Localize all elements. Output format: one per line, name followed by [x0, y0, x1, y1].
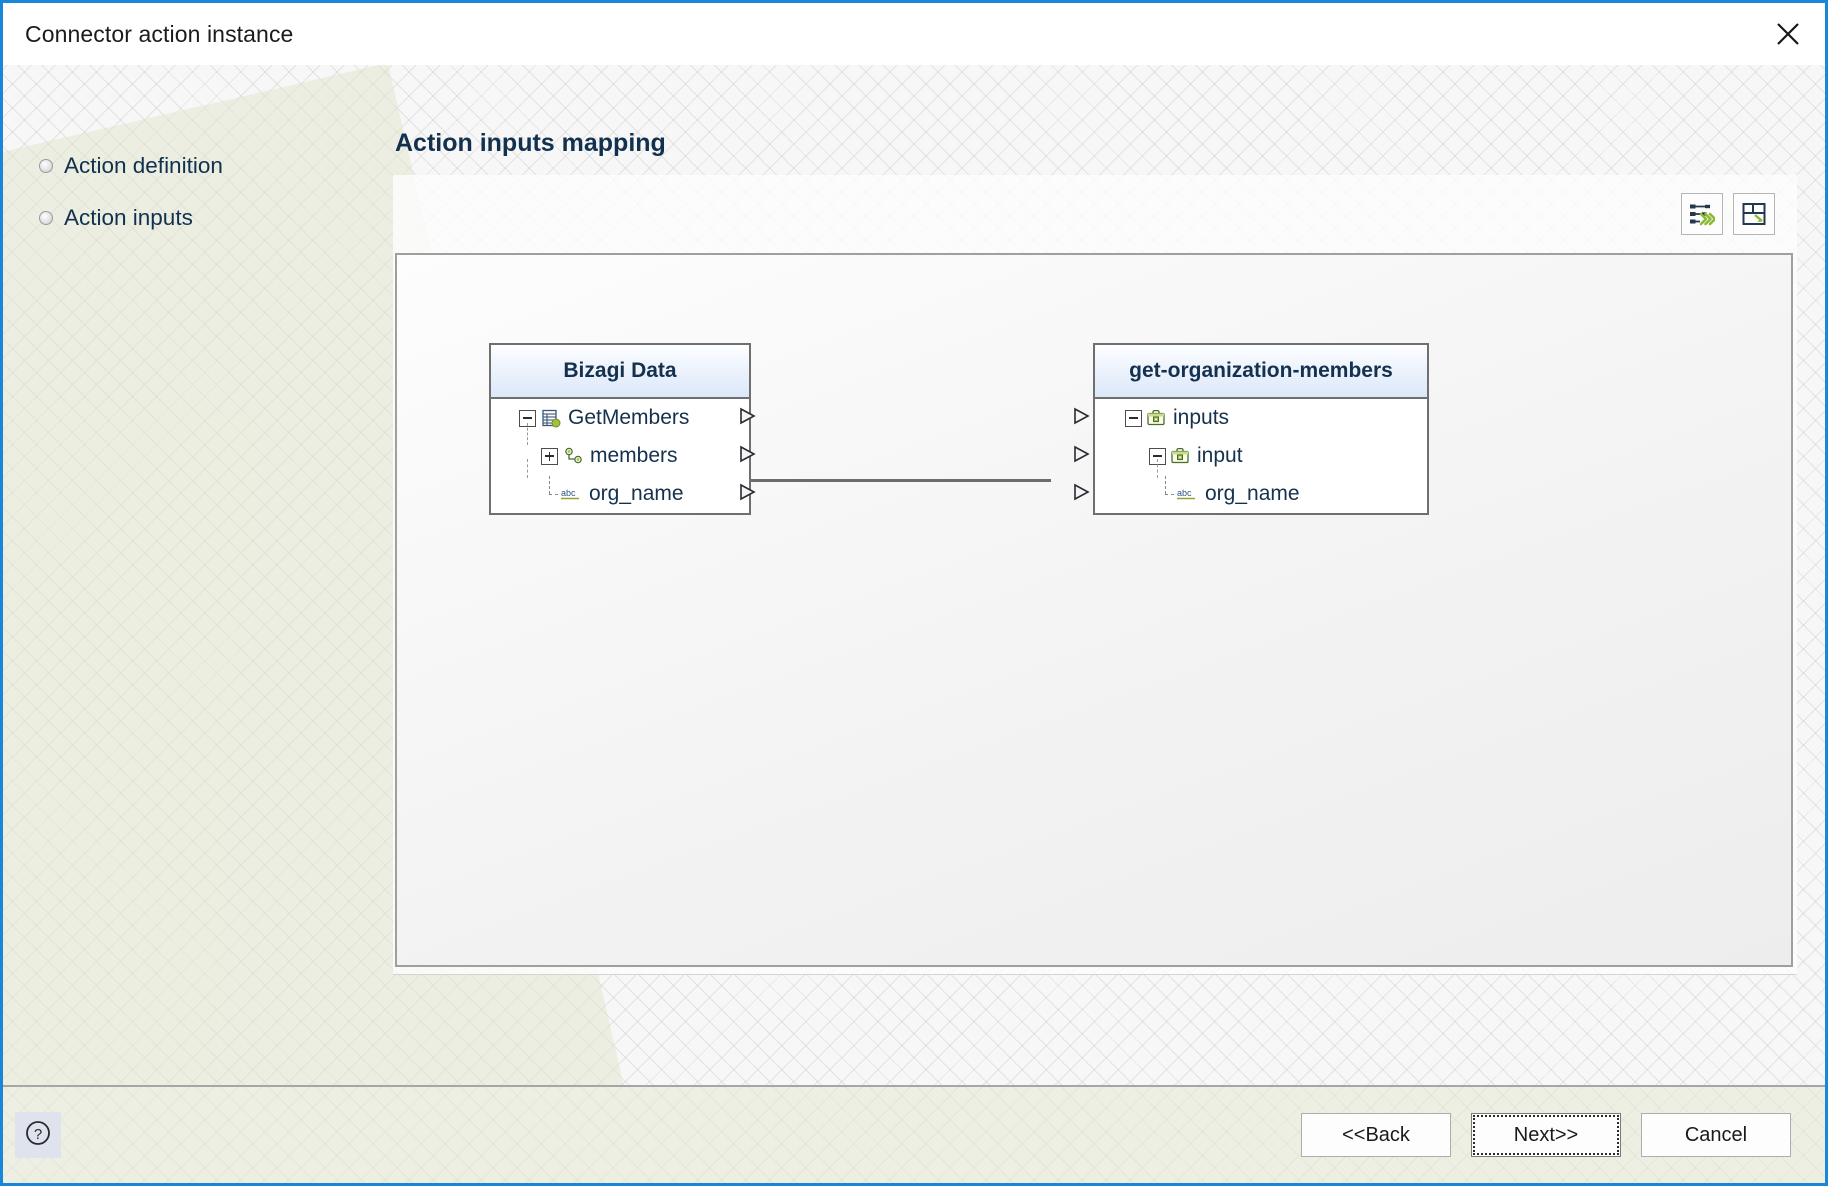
- bullet-icon: [39, 211, 53, 225]
- source-port-org-name[interactable]: [739, 483, 759, 501]
- fit-layout-button[interactable]: [1733, 193, 1775, 235]
- sidebar-item-action-definition[interactable]: Action definition: [39, 153, 389, 179]
- tree-guide-line: [527, 423, 528, 445]
- table-row[interactable]: abc org_name: [1095, 475, 1427, 513]
- table-row[interactable]: abc org_name: [491, 475, 749, 513]
- source-port-getmembers[interactable]: [739, 407, 759, 425]
- auto-map-button[interactable]: [1681, 193, 1723, 235]
- connector-action-instance-dialog: Connector action instance Action definit…: [0, 0, 1828, 1186]
- main-content: Action inputs mapping: [389, 65, 1825, 1085]
- wizard-steps-sidebar: Action definition Action inputs: [3, 65, 389, 257]
- table-row[interactable]: input: [1095, 437, 1427, 475]
- next-button[interactable]: Next>>: [1471, 1113, 1621, 1157]
- target-port-org-name[interactable]: [1073, 483, 1093, 501]
- table-row[interactable]: inputs: [1095, 399, 1427, 437]
- row-label: input: [1197, 444, 1243, 468]
- row-label: GetMembers: [568, 406, 689, 430]
- collection-icon: [563, 446, 583, 466]
- dialog-footer: ? <<Back Next>> Cancel: [3, 1085, 1825, 1183]
- sidebar-item-label: Action definition: [64, 153, 223, 179]
- fit-layout-icon: [1741, 202, 1767, 226]
- tree-leaf-connector: [541, 486, 558, 503]
- tree-leaf-connector: [1157, 486, 1174, 503]
- help-icon: ?: [23, 1118, 53, 1153]
- cancel-button[interactable]: Cancel: [1641, 1113, 1791, 1157]
- briefcase-icon: [1170, 447, 1190, 466]
- background-watermark-shape-b: [3, 378, 254, 1085]
- window-title: Connector action instance: [25, 21, 293, 48]
- abc-string-icon: abc: [1176, 485, 1198, 503]
- source-node-bizagi-data[interactable]: Bizagi Data: [489, 343, 751, 515]
- table-row[interactable]: members: [491, 437, 749, 475]
- target-port-inputs[interactable]: [1073, 407, 1093, 425]
- target-node-rows: inputs: [1095, 399, 1427, 513]
- tree-guide-line: [1157, 459, 1158, 478]
- close-icon: [1775, 21, 1801, 47]
- back-button[interactable]: <<Back: [1301, 1113, 1451, 1157]
- svg-text:abc: abc: [1177, 488, 1192, 498]
- dialog-body: Action definition Action inputs Action i…: [3, 65, 1825, 1085]
- title-bar: Connector action instance: [3, 3, 1825, 65]
- close-button[interactable]: [1751, 3, 1825, 65]
- target-node-get-organization-members[interactable]: get-organization-members: [1093, 343, 1429, 515]
- source-node-title: Bizagi Data: [491, 345, 749, 399]
- row-label: org_name: [1205, 482, 1300, 506]
- target-port-input[interactable]: [1073, 445, 1093, 463]
- table-row[interactable]: GetMembers: [491, 399, 749, 437]
- page-title: Action inputs mapping: [395, 129, 1825, 158]
- svg-text:?: ?: [34, 1126, 42, 1143]
- collapse-expander-icon[interactable]: [1125, 410, 1142, 427]
- target-node-title: get-organization-members: [1095, 345, 1427, 399]
- row-label: members: [590, 444, 678, 468]
- briefcase-icon: [1146, 409, 1166, 428]
- svg-text:abc: abc: [561, 488, 576, 498]
- entity-table-icon: [541, 408, 561, 428]
- source-node-rows: GetMembers: [491, 399, 749, 513]
- expand-expander-icon[interactable]: [541, 448, 558, 465]
- help-button[interactable]: ?: [15, 1112, 61, 1158]
- row-label: org_name: [589, 482, 684, 506]
- auto-map-icon: [1689, 202, 1715, 226]
- abc-string-icon: abc: [560, 485, 582, 503]
- sidebar-item-label: Action inputs: [64, 205, 193, 231]
- source-port-members[interactable]: [739, 445, 759, 463]
- wizard-buttons: <<Back Next>> Cancel: [1281, 1113, 1791, 1157]
- sidebar-item-action-inputs[interactable]: Action inputs: [39, 205, 389, 231]
- mapper-toolbar: [393, 175, 1797, 253]
- row-label: inputs: [1173, 406, 1229, 430]
- tree-guide-line: [527, 459, 528, 478]
- mapper-panel: Bizagi Data: [393, 175, 1797, 975]
- mapping-canvas[interactable]: Bizagi Data: [395, 253, 1793, 967]
- bullet-icon: [39, 159, 53, 173]
